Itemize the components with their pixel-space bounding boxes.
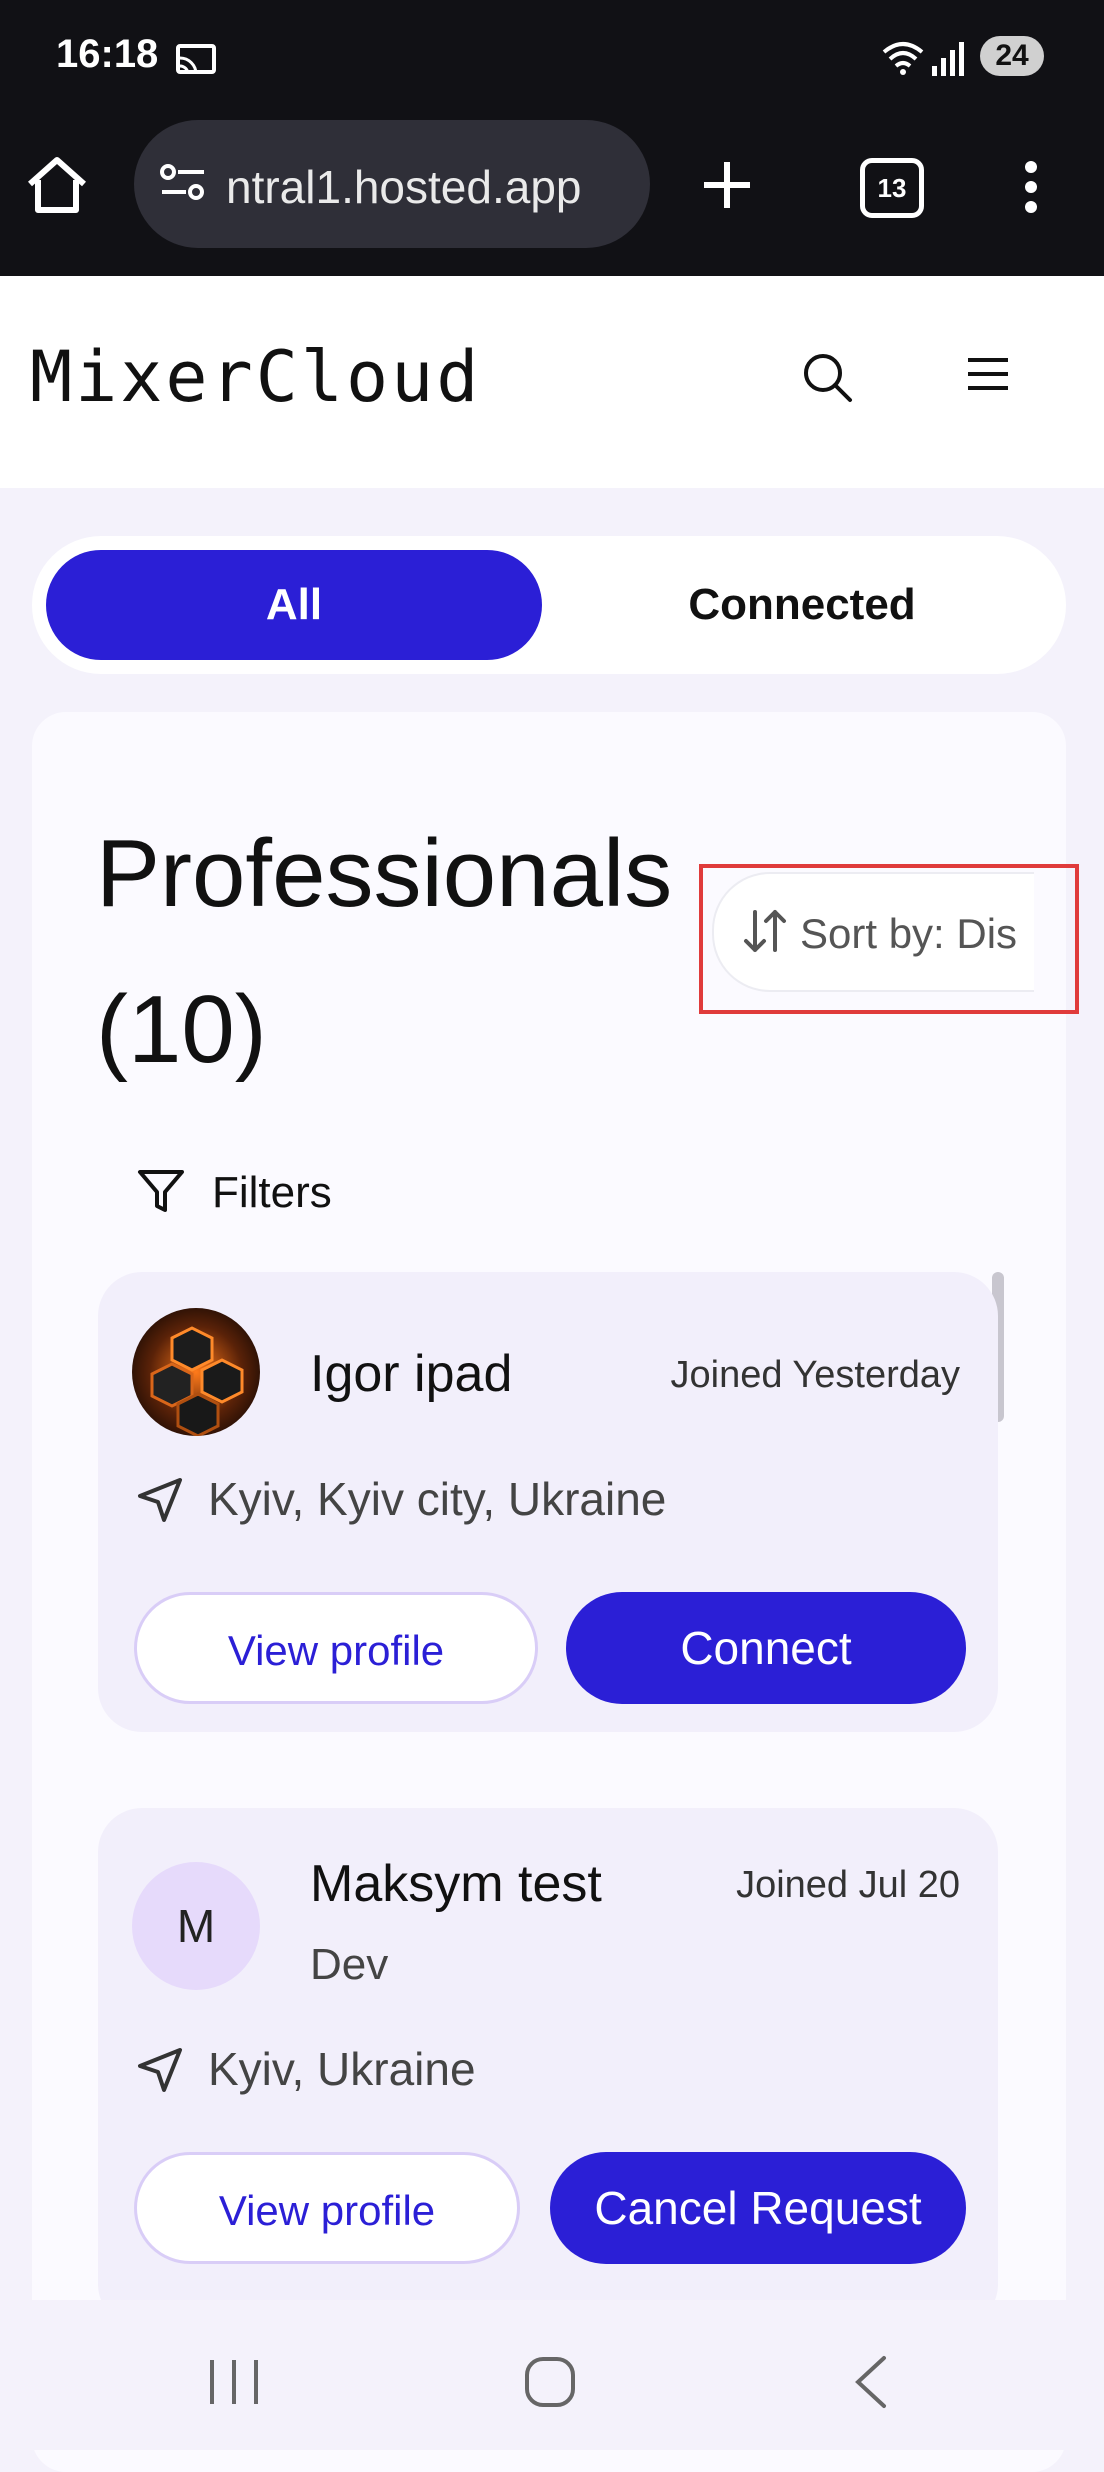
app-logo[interactable]: MixerCloud [30,336,481,418]
page-title: Professionals (10) [96,820,673,1083]
filter-icon [136,1166,186,1221]
wifi-icon [880,38,926,83]
hamburger-menu-icon[interactable] [966,356,1010,397]
user-name: Maksym test [310,1855,602,1913]
user-role: Dev [310,1940,389,1989]
avatar[interactable] [132,1308,260,1436]
app-header: MixerCloud [0,276,1104,488]
url-text: ntral1.hosted.app [226,161,582,213]
browser-toolbar: ntral1.hosted.app 13 [0,120,1104,276]
screen: 16:18 24 ntral1.hosted.app 13 MixerCloud… [0,0,1104,2472]
cast-icon [176,44,216,81]
user-card: M Maksym test Joined Jul 20 Dev Kyiv, Uk… [98,1808,998,2328]
user-card: Igor ipad Joined Yesterday Kyiv, Kyiv ci… [98,1272,998,1732]
status-time: 16:18 [56,32,159,76]
address-bar[interactable]: ntral1.hosted.app [134,120,650,248]
highlight-box [699,864,1079,1014]
view-profile-button[interactable]: View profile [134,1592,538,1704]
recent-apps-icon[interactable] [208,2358,260,2411]
location-arrow-icon [136,1476,184,1529]
location-text: Kyiv, Kyiv city, Ukraine [208,1473,667,1525]
filters-label: Filters [212,1168,332,1217]
signal-icon [930,38,970,83]
joined-date: Joined Yesterday [670,1354,960,1396]
connect-button[interactable]: Connect [566,1592,966,1704]
segment-tabs: All Connected [32,536,1066,674]
home-icon[interactable] [24,154,90,221]
tab-all[interactable]: All [46,550,542,660]
back-icon[interactable] [850,2354,890,2415]
more-menu-icon[interactable] [1024,160,1038,219]
user-name: Igor ipad [310,1345,513,1403]
battery-badge: 24 [980,36,1044,76]
site-settings-icon[interactable] [158,162,208,209]
avatar[interactable]: M [132,1862,260,1990]
new-tab-icon[interactable] [700,158,754,217]
tab-connected[interactable]: Connected [552,550,1052,660]
location-text: Kyiv, Ukraine [208,2043,476,2095]
cancel-request-button[interactable]: Cancel Request [550,2152,966,2264]
location-arrow-icon [136,2046,184,2099]
status-bar: 16:18 24 [0,0,1104,120]
search-icon[interactable] [800,350,854,409]
tab-switcher-icon[interactable]: 13 [860,158,924,218]
joined-date: Joined Jul 20 [736,1864,960,1906]
view-profile-button[interactable]: View profile [134,2152,520,2264]
nav-home-icon[interactable] [524,2356,576,2413]
system-nav-bar [0,2300,1104,2450]
